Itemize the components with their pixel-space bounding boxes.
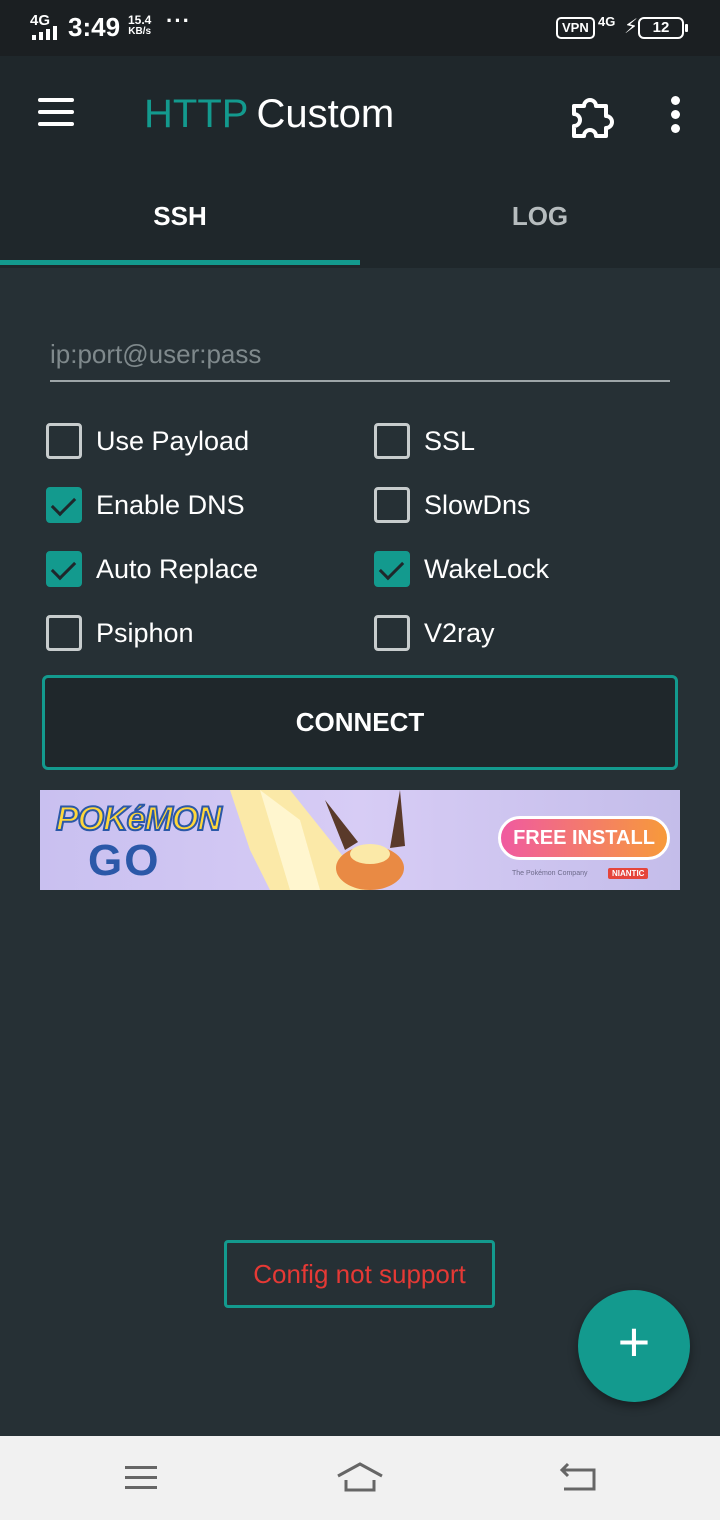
battery-level: 12 xyxy=(638,17,688,39)
recent-apps-icon[interactable] xyxy=(116,1456,166,1500)
option-v2ray[interactable]: V2ray xyxy=(374,613,495,653)
error-toast: Config not support xyxy=(224,1240,495,1308)
server-input-container xyxy=(50,330,670,382)
option-label: SlowDns xyxy=(424,489,531,520)
clock: 3:49 xyxy=(68,12,121,42)
app-bar: HTTP Custom SSH LOG xyxy=(0,56,720,268)
flareon-illustration xyxy=(230,790,405,890)
charging-icon: ⚡ xyxy=(624,16,639,38)
vpn-badge: VPN xyxy=(556,17,595,39)
option-slowdns[interactable]: SlowDns xyxy=(374,485,531,525)
puzzle-icon[interactable] xyxy=(566,92,616,138)
app-title-part2: Custom xyxy=(256,92,395,136)
checkbox-checked[interactable] xyxy=(46,551,82,587)
ad-install-button[interactable]: FREE INSTALL xyxy=(498,816,670,860)
ad-logo-go: GO xyxy=(88,836,161,885)
status-bar: 4G 3:49 15.4 KB/s ··· VPN 4G ⚡ 12 xyxy=(0,0,720,56)
system-nav-bar xyxy=(0,1436,720,1520)
option-label: V2ray xyxy=(424,617,495,648)
checkbox[interactable] xyxy=(374,487,410,523)
option-label: Psiphon xyxy=(96,617,194,648)
option-auto-replace[interactable]: Auto Replace xyxy=(46,549,258,589)
add-fab-button[interactable]: + xyxy=(578,1290,690,1402)
speed-unit: KB/s xyxy=(128,26,152,37)
ad-logo-text: POKéMON xyxy=(55,799,223,839)
back-icon[interactable] xyxy=(554,1456,604,1500)
connect-button[interactable]: CONNECT xyxy=(42,675,678,770)
ad-brand-badge: NIANTIC xyxy=(608,868,649,879)
ad-fine-print: The Pokémon Company xyxy=(512,870,588,877)
option-ssl[interactable]: SSL xyxy=(374,421,475,461)
option-use-payload[interactable]: Use Payload xyxy=(46,421,249,461)
ad-banner[interactable]: POKéMON GO FREE INSTALL The Pokémon Comp… xyxy=(40,790,680,890)
checkbox-checked[interactable] xyxy=(374,551,410,587)
option-label: SSL xyxy=(424,425,476,456)
more-notifications-icon: ··· xyxy=(166,8,191,33)
option-wakelock[interactable]: WakeLock xyxy=(374,549,549,589)
option-enable-dns[interactable]: Enable DNS xyxy=(46,485,245,525)
checkbox-checked[interactable] xyxy=(46,487,82,523)
signal-icon xyxy=(32,26,62,40)
tab-ssh[interactable]: SSH xyxy=(0,178,360,262)
option-label: Enable DNS xyxy=(96,489,245,520)
menu-button[interactable] xyxy=(36,96,76,128)
data-type: 4G xyxy=(598,14,616,29)
checkbox[interactable] xyxy=(46,423,82,459)
tab-log[interactable]: LOG xyxy=(360,178,720,262)
option-psiphon[interactable]: Psiphon xyxy=(46,613,194,653)
home-icon[interactable] xyxy=(335,1456,385,1500)
app-title-part1: HTTP xyxy=(144,92,249,136)
checkbox[interactable] xyxy=(46,615,82,651)
checkbox[interactable] xyxy=(374,423,410,459)
app-title: HTTP Custom xyxy=(144,92,394,137)
network-speed: 15.4 KB/s xyxy=(128,14,151,38)
speed-value: 15.4 xyxy=(128,13,152,27)
server-input[interactable] xyxy=(50,330,670,378)
option-label: Auto Replace xyxy=(96,553,259,584)
option-label: Use Payload xyxy=(96,425,250,456)
tab-indicator xyxy=(0,260,360,265)
checkbox[interactable] xyxy=(374,615,410,651)
option-label: WakeLock xyxy=(424,553,550,584)
more-options-icon[interactable] xyxy=(668,94,684,134)
